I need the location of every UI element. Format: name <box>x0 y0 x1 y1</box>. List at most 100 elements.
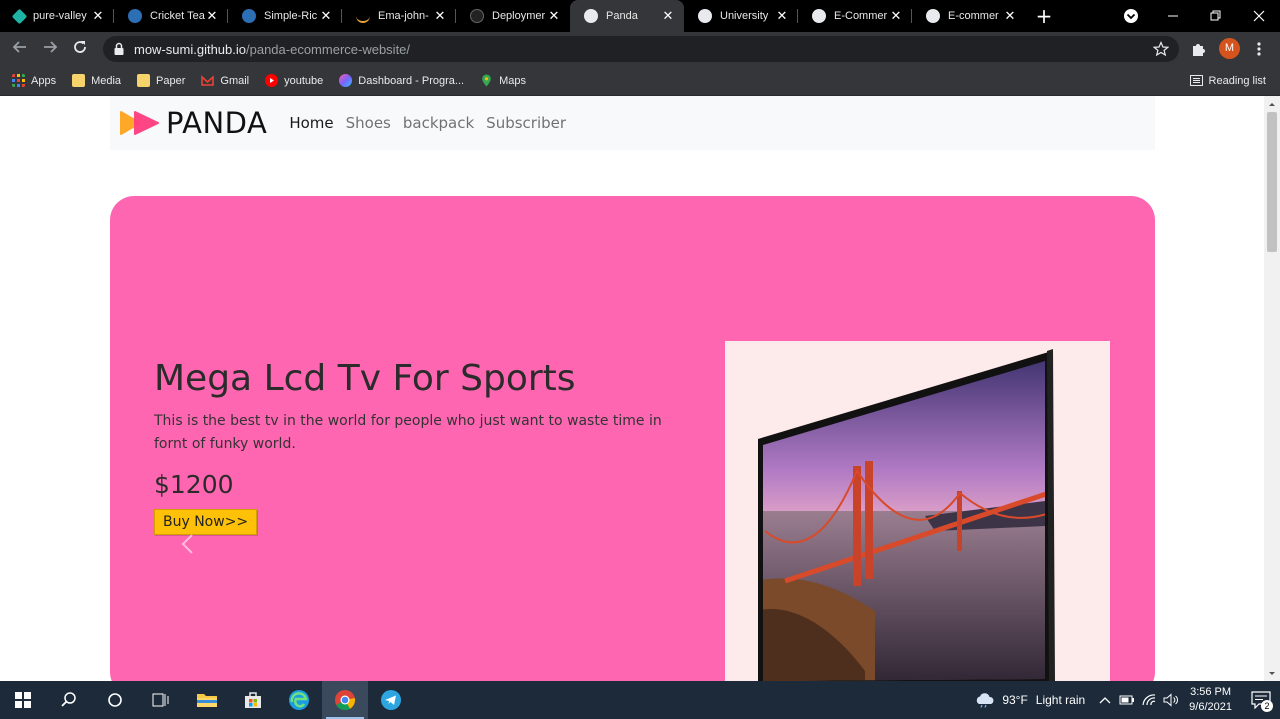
battery-icon[interactable] <box>1119 693 1135 707</box>
tv-illustration <box>758 349 1055 681</box>
chrome-button[interactable] <box>322 681 368 719</box>
store-icon <box>245 692 261 708</box>
tab-panda[interactable]: Panda ✕ <box>570 0 684 32</box>
globe-icon <box>584 9 598 23</box>
hero-carousel: Mega Lcd Tv For Sports This is the best … <box>110 196 1155 681</box>
close-icon[interactable]: ✕ <box>888 8 904 24</box>
close-icon[interactable]: ✕ <box>546 8 562 24</box>
reading-list-button[interactable]: Reading list <box>1189 74 1266 87</box>
chrome-icon <box>335 690 356 711</box>
nav-home[interactable]: Home <box>289 114 333 132</box>
task-view-icon <box>152 693 169 707</box>
bookmark-label: Paper <box>156 74 186 87</box>
github-icon <box>470 9 484 23</box>
forward-button[interactable] <box>35 39 65 59</box>
dashboard-icon <box>339 74 353 87</box>
telegram-button[interactable] <box>368 681 414 719</box>
nav-shoes[interactable]: Shoes <box>346 114 391 132</box>
file-explorer-button[interactable] <box>184 681 230 719</box>
close-window-button[interactable] <box>1253 0 1265 32</box>
extensions-button[interactable] <box>1190 40 1208 62</box>
bookmark-gmail[interactable]: Gmail <box>201 74 249 87</box>
reload-icon <box>74 41 86 53</box>
search-button[interactable] <box>46 681 92 719</box>
reload-button[interactable] <box>65 39 95 59</box>
tab-e-commerce-1[interactable]: E-Commer ✕ <box>798 0 912 32</box>
notification-count: 2 <box>1261 700 1273 712</box>
hero-price: $1200 <box>154 470 234 499</box>
bookmark-apps[interactable]: Apps <box>12 74 56 87</box>
maps-icon <box>482 74 491 87</box>
clock-time: 3:56 PM <box>1190 686 1232 698</box>
restore-button[interactable] <box>1210 0 1222 32</box>
task-view-button[interactable] <box>138 681 184 719</box>
bookmark-youtube[interactable]: youtube <box>265 74 323 87</box>
notifications-button[interactable]: 2 <box>1242 681 1280 719</box>
url-field[interactable]: mow-sumi.github.io/panda-ecommerce-websi… <box>103 36 1179 62</box>
brand-link[interactable]: PANDA <box>120 106 267 140</box>
weather-temp: 93°F <box>1002 693 1028 707</box>
tab-ema-john[interactable]: Ema-john- ✕ <box>342 0 456 32</box>
bookmark-label: Dashboard - Progra... <box>358 74 465 87</box>
windows-logo-icon <box>15 692 31 708</box>
tab-cricket-team[interactable]: Cricket Tea ✕ <box>114 0 228 32</box>
folder-icon <box>197 694 217 707</box>
weather-widget[interactable]: 93°F Light rain <box>974 692 1085 708</box>
chevron-down-icon <box>1124 9 1138 23</box>
url-path: /panda-ecommerce-website/ <box>246 41 411 57</box>
edge-button[interactable] <box>276 681 322 719</box>
close-icon[interactable]: ✕ <box>204 8 220 24</box>
page-scrollbar[interactable] <box>1264 96 1280 681</box>
panda-logo-icon <box>120 111 159 135</box>
close-window-icon <box>1253 10 1265 22</box>
chevron-up-icon[interactable] <box>1099 695 1111 705</box>
volume-icon[interactable] <box>1163 693 1181 707</box>
store-button[interactable] <box>230 681 276 719</box>
product-image <box>725 341 1110 681</box>
new-tab-button[interactable]: + <box>1026 4 1062 28</box>
scroll-thumb[interactable] <box>1267 112 1277 252</box>
scroll-up-icon[interactable] <box>1264 97 1280 111</box>
kebab-menu-icon <box>1257 42 1261 56</box>
carousel-prev-icon[interactable] <box>178 532 198 556</box>
clock[interactable]: 3:56 PM 9/6/2021 <box>1189 685 1232 715</box>
clock-date: 9/6/2021 <box>1189 701 1232 713</box>
nav-subscriber[interactable]: Subscriber <box>486 114 566 132</box>
puzzle-icon <box>1193 44 1205 56</box>
close-icon[interactable]: ✕ <box>318 8 334 24</box>
bookmark-dashboard[interactable]: Dashboard - Progra... <box>339 74 464 87</box>
nav-backpack[interactable]: backpack <box>403 114 474 132</box>
hero-description: This is the best tv in the world for peo… <box>154 413 662 452</box>
cortana-button[interactable] <box>92 681 138 719</box>
close-icon[interactable]: ✕ <box>1002 8 1018 24</box>
tab-strip: pure-valley ✕ Cricket Tea ✕ Simple-Ric ✕… <box>0 0 1280 32</box>
bookmark-media[interactable]: Media <box>72 74 121 87</box>
url-host: mow-sumi.github.io <box>134 41 246 57</box>
tab-pure-valley[interactable]: pure-valley ✕ <box>0 0 114 32</box>
tab-deployment[interactable]: Deploymer ✕ <box>456 0 570 32</box>
close-icon[interactable]: ✕ <box>774 8 790 24</box>
bookmark-paper[interactable]: Paper <box>137 74 185 87</box>
star-icon[interactable] <box>1153 41 1169 57</box>
folder-icon <box>72 74 86 87</box>
wifi-icon[interactable] <box>1141 693 1157 707</box>
close-icon[interactable]: ✕ <box>90 8 106 24</box>
bookmark-label: youtube <box>284 74 324 87</box>
buy-now-button[interactable]: Buy Now>> <box>154 509 258 535</box>
tab-simple-ric[interactable]: Simple-Ric ✕ <box>228 0 342 32</box>
bookmark-maps[interactable]: Maps <box>480 74 526 87</box>
tab-e-commerce-2[interactable]: E-commer ✕ <box>912 0 1026 32</box>
menu-button[interactable] <box>1254 41 1264 61</box>
minimize-button[interactable] <box>1167 0 1179 32</box>
tab-university[interactable]: University ✕ <box>684 0 798 32</box>
scroll-down-icon[interactable] <box>1264 666 1280 680</box>
back-button[interactable] <box>5 39 35 59</box>
amazon-icon <box>356 9 370 23</box>
tab-search-button[interactable] <box>1120 0 1142 32</box>
reading-list-label: Reading list <box>1208 74 1266 87</box>
close-icon[interactable]: ✕ <box>432 8 448 24</box>
profile-avatar[interactable]: M <box>1219 38 1240 59</box>
close-icon[interactable]: ✕ <box>660 8 676 24</box>
taskbar: 93°F Light rain 3:56 PM 9/6/2021 2 <box>0 681 1280 719</box>
start-button[interactable] <box>0 681 46 719</box>
